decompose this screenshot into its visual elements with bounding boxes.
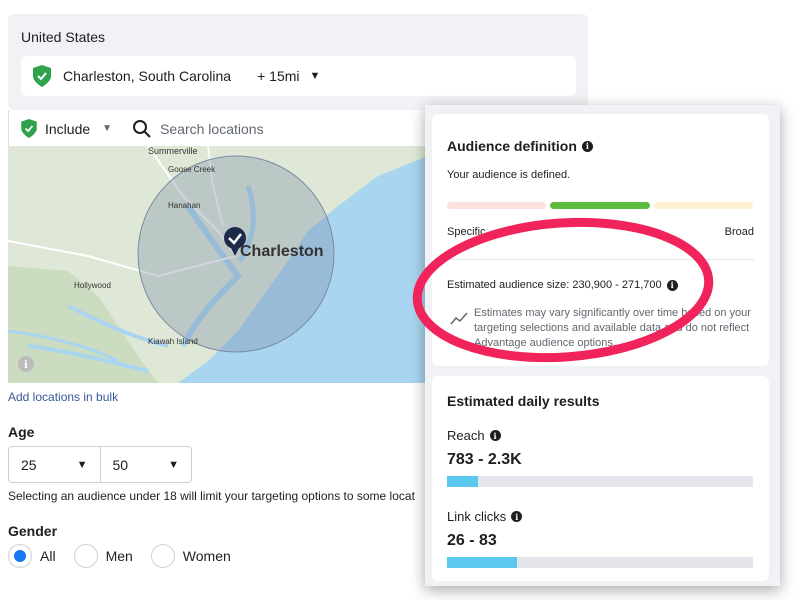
estimated-audience-size: Estimated audience size: 230,900 - 271,7… (447, 279, 678, 291)
gender-label: Women (182, 548, 231, 564)
reach-bar (447, 476, 753, 487)
age-note: Selecting an audience under 18 will limi… (8, 489, 415, 503)
info-icon[interactable]: i (666, 279, 678, 291)
svg-text:i: i (24, 360, 28, 371)
location-pin-icon (33, 65, 51, 87)
map-label: Summerville (148, 146, 198, 156)
meter-segment-specific (447, 202, 547, 209)
country-label: United States (21, 29, 106, 45)
meter-segment-broad (653, 202, 753, 209)
age-max-value: 50 (112, 456, 129, 473)
age-max-select[interactable]: 50 ▼ (99, 447, 192, 482)
gender-option-women[interactable]: Women (150, 544, 231, 568)
link-clicks-label: Link clicks i (447, 509, 523, 524)
estimated-audience-size-text: Estimated audience size: 230,900 - 271,7… (447, 279, 662, 291)
radio-selected[interactable] (8, 544, 32, 568)
age-min-select[interactable]: 25 ▼ (9, 447, 100, 482)
chevron-down-icon[interactable]: ▼ (102, 123, 112, 134)
info-icon[interactable]: i (489, 430, 501, 441)
city-name: Charleston, South Carolina (63, 68, 232, 84)
map-label: Charleston (240, 243, 324, 260)
search-input[interactable]: Search locations (160, 121, 264, 137)
gender-option-men[interactable]: Men (73, 544, 133, 568)
info-icon[interactable]: i (511, 511, 523, 522)
age-range: 25 ▼ 50 ▼ (8, 446, 192, 483)
include-dropdown[interactable]: Include (45, 121, 90, 137)
link-clicks-label-text: Link clicks (447, 509, 507, 524)
gender-option-all[interactable]: All (8, 544, 56, 568)
chevron-down-icon[interactable]: ▼ (310, 70, 321, 82)
location-pin-icon (21, 119, 37, 138)
audience-sidebar: Audience definition i Your audience is d… (425, 105, 780, 586)
meter-label-broad: Broad (724, 226, 754, 238)
location-item[interactable]: Charleston, South Carolina + 15mi ▼ (21, 56, 576, 96)
gender-label: Men (105, 548, 133, 564)
gender-label: All (40, 548, 56, 564)
audience-meter (447, 202, 753, 209)
location-map[interactable]: Summerville Goose Creek Hanahan Charlest… (8, 146, 428, 383)
age-title: Age (8, 424, 35, 440)
radius-dropdown[interactable]: + 15mi (257, 68, 299, 84)
location-search-bar: Include ▼ Search locations (8, 110, 428, 147)
meter-segment-defined (550, 202, 650, 209)
info-icon[interactable]: i (581, 140, 593, 152)
reach-value: 783 - 2.3K (447, 451, 522, 468)
reach-label: Reach i (447, 428, 501, 443)
age-min-value: 25 (21, 456, 37, 473)
audience-definition-title: Audience definition i (447, 138, 593, 154)
radio[interactable] (150, 544, 175, 568)
gender-options: All Men Women (8, 544, 249, 568)
estimated-daily-results-card: Estimated daily results Reach i 783 - 2.… (432, 376, 769, 581)
audience-definition-card: Audience definition i Your audience is d… (432, 114, 769, 366)
add-locations-in-bulk-link[interactable]: Add locations in bulk (8, 390, 118, 404)
link-clicks-bar (447, 557, 753, 568)
audience-status: Your audience is defined. (447, 169, 571, 181)
reach-label-text: Reach (447, 428, 485, 443)
divider (447, 259, 754, 260)
gender-title: Gender (8, 523, 58, 539)
map-label: Hollywood (74, 281, 111, 290)
radio[interactable] (73, 544, 98, 568)
link-clicks-value: 26 - 83 (447, 532, 497, 549)
search-icon (133, 119, 151, 138)
trend-icon (450, 312, 468, 325)
map-label: Goose Creek (168, 165, 216, 174)
location-card: United States Charleston, South Carolina… (8, 14, 588, 110)
reach-bar-fill (447, 476, 478, 487)
daily-results-title: Estimated daily results (447, 393, 600, 409)
link-clicks-bar-fill (447, 557, 518, 568)
meter-label-specific: Specific (447, 226, 486, 238)
chevron-down-icon: ▼ (76, 458, 88, 471)
chevron-down-icon: ▼ (168, 458, 179, 471)
map-label: Kiawah Island (148, 337, 198, 346)
map-label: Hanahan (168, 201, 200, 210)
audience-definition-heading: Audience definition (447, 138, 577, 154)
estimate-disclaimer: Estimates may vary significantly over ti… (474, 307, 751, 349)
